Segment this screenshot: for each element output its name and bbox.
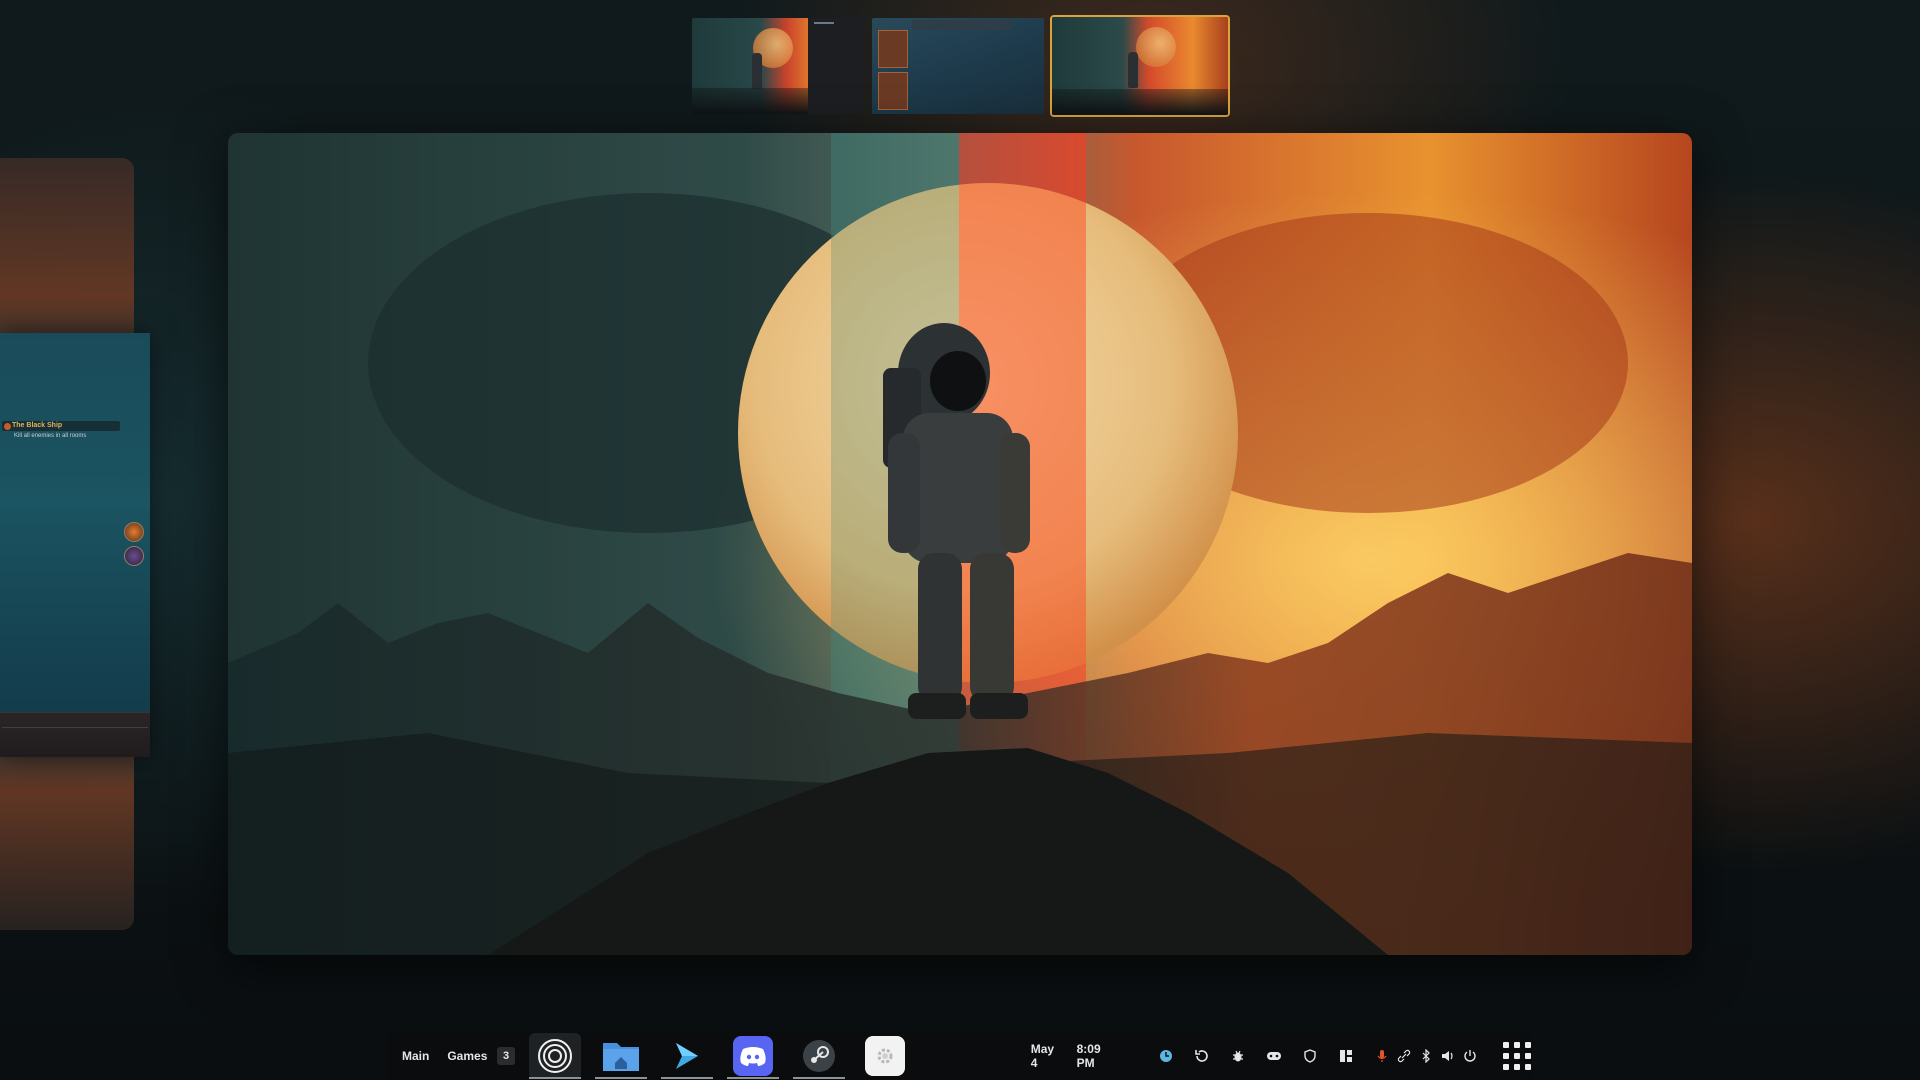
layout-icon[interactable] bbox=[1328, 1041, 1364, 1071]
date-label: May 4 bbox=[1030, 1041, 1055, 1070]
thumbnail-game-card bbox=[878, 72, 908, 110]
power-icon[interactable] bbox=[1462, 1041, 1478, 1071]
steam-icon bbox=[799, 1036, 839, 1076]
thumbnail-game-hud bbox=[912, 20, 1012, 30]
wallpaper-window[interactable] bbox=[228, 133, 1692, 955]
thumbnail-game-card bbox=[878, 30, 908, 68]
clock[interactable]: May 4 8:09 PM bbox=[1031, 1042, 1120, 1070]
thumbnail-hill bbox=[1052, 89, 1228, 115]
workspace-thumbnail-1[interactable] bbox=[690, 16, 866, 116]
game-action-bar bbox=[0, 712, 150, 757]
chevron-arrow-icon bbox=[667, 1036, 707, 1076]
workspace-thumbnail-3-active[interactable] bbox=[1050, 15, 1230, 117]
gamepad-icon[interactable] bbox=[1256, 1041, 1292, 1071]
thumbnail-astronaut bbox=[752, 52, 763, 89]
fire-ability-icon[interactable] bbox=[124, 522, 144, 542]
discord-icon bbox=[732, 1035, 773, 1076]
folder-home-icon bbox=[601, 1036, 641, 1076]
link-icon[interactable] bbox=[1396, 1041, 1412, 1071]
quest-icon bbox=[4, 423, 11, 430]
workspace-count-badge[interactable]: 3 bbox=[497, 1046, 515, 1065]
refresh-icon[interactable] bbox=[1184, 1041, 1220, 1071]
clock-app-icon[interactable] bbox=[1148, 1041, 1184, 1071]
astronaut-moon-wallpaper bbox=[228, 133, 1692, 955]
shadow-ability-icon[interactable] bbox=[124, 546, 144, 566]
gear-icon bbox=[864, 1035, 905, 1076]
workspace-overview bbox=[690, 15, 1230, 117]
dock-app-vscode[interactable] bbox=[660, 1033, 713, 1079]
dock-app-steam[interactable] bbox=[792, 1033, 845, 1079]
thumbnail-terminal-window bbox=[808, 18, 864, 114]
quest-subtitle: Kill all enemies in all rooms bbox=[14, 433, 87, 439]
quest-title: The Black Ship bbox=[12, 422, 63, 429]
dock-app-file-manager[interactable] bbox=[594, 1033, 647, 1079]
game-window[interactable]: The Black Ship Kill all enemies in all r… bbox=[0, 333, 150, 757]
taskbar: Main Games 3 May 4 8:09 PM bbox=[386, 1031, 1532, 1080]
workspace-games-label[interactable]: Games bbox=[447, 1049, 487, 1063]
system-tray bbox=[1148, 1041, 1532, 1071]
workspace-main-label[interactable]: Main bbox=[402, 1049, 429, 1063]
desktop: The Black Ship Kill all enemies in all r… bbox=[0, 0, 1920, 1080]
apps-grid-icon[interactable] bbox=[1502, 1041, 1532, 1071]
dock-app-settings[interactable] bbox=[859, 1033, 911, 1079]
thumbnail-moon bbox=[1136, 26, 1176, 67]
time-label: 8:09 PM bbox=[1076, 1041, 1101, 1070]
bluetooth-icon[interactable] bbox=[1418, 1041, 1434, 1071]
status-icons bbox=[1374, 1041, 1478, 1071]
bug-icon[interactable] bbox=[1220, 1041, 1256, 1071]
volume-icon[interactable] bbox=[1440, 1041, 1456, 1071]
microphone-icon[interactable] bbox=[1374, 1041, 1390, 1071]
dock-app-discord[interactable] bbox=[726, 1033, 779, 1079]
thumbnail-astronaut bbox=[1128, 52, 1138, 89]
workspace-thumbnail-2[interactable] bbox=[870, 16, 1046, 116]
shield-icon[interactable] bbox=[1292, 1041, 1328, 1071]
dock bbox=[528, 1032, 911, 1079]
concentric-circles-icon bbox=[535, 1036, 575, 1076]
dock-app-cider[interactable] bbox=[528, 1032, 581, 1079]
